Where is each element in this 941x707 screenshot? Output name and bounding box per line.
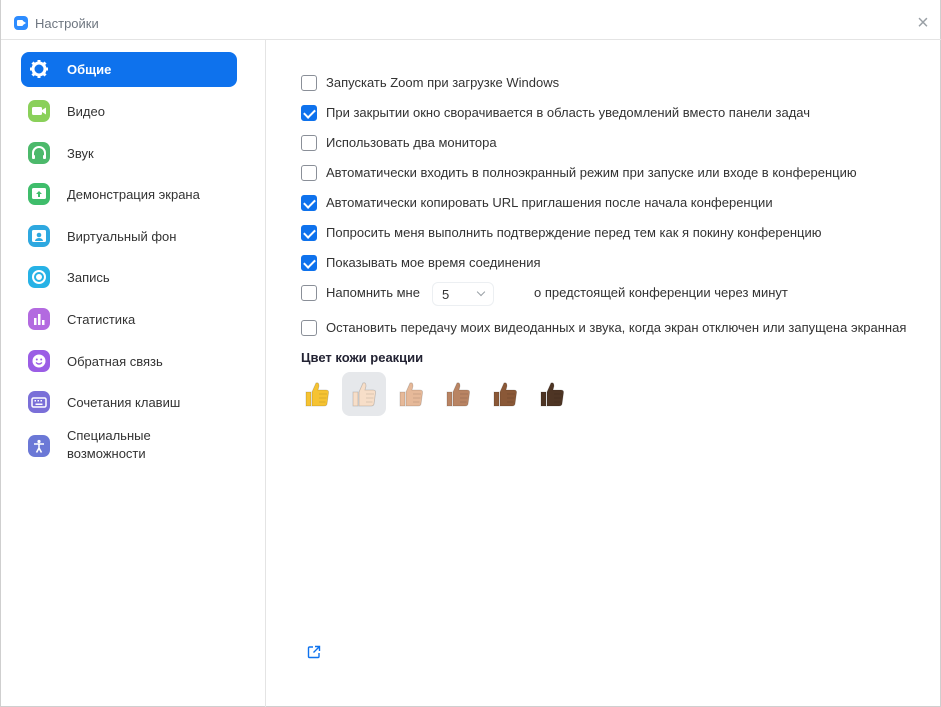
statistics-icon: [28, 308, 50, 330]
sidebar-item-feedback[interactable]: Обратная связь: [21, 344, 237, 379]
skin-tone-option[interactable]: [483, 372, 527, 416]
option-label: Напомнить мне: [326, 285, 420, 300]
accessibility-icon: [28, 435, 50, 457]
sidebar-item-accessibility[interactable]: Специальные возможности: [21, 427, 237, 467]
option-label: Остановить передачу моих видеоданных и з…: [326, 320, 907, 335]
settings-sidebar: Общие Видео Звук Демонстрация экрана Вир: [1, 40, 266, 707]
window-title: Настройки: [35, 16, 99, 31]
sidebar-item-label: Запись: [67, 270, 110, 285]
sidebar-item-general[interactable]: Общие: [21, 52, 237, 87]
share-screen-icon: [28, 183, 50, 205]
virtual-background-icon: [28, 225, 50, 247]
sidebar-item-label: Сочетания клавиш: [67, 395, 181, 410]
thumbs-up-icon: [352, 382, 376, 407]
feedback-icon: [28, 350, 50, 372]
skin-tone-option[interactable]: [295, 372, 339, 416]
sidebar-item-label: Видео: [67, 104, 105, 119]
checkbox[interactable]: [301, 75, 317, 91]
checkbox[interactable]: [301, 165, 317, 181]
sidebar-item-virtual-background[interactable]: Виртуальный фон: [21, 219, 237, 254]
skin-tone-title: Цвет кожи реакции: [301, 350, 424, 365]
sidebar-item-audio[interactable]: Звук: [21, 136, 237, 171]
thumbs-up-icon: [493, 382, 517, 407]
checkbox[interactable]: [301, 255, 317, 271]
gear-icon: [28, 58, 50, 80]
thumbs-up-icon: [446, 382, 470, 407]
checkbox[interactable]: [301, 285, 317, 301]
general-settings-panel: Запускать Zoom при загрузке Windows При …: [267, 40, 941, 707]
zoom-app-icon: [14, 16, 28, 30]
record-icon: [28, 266, 50, 288]
sidebar-item-label: Звук: [67, 146, 94, 161]
headphones-icon: [28, 142, 50, 164]
checkbox[interactable]: [301, 195, 317, 211]
option-label: Запускать Zoom при загрузке Windows: [326, 75, 560, 90]
sidebar-item-statistics[interactable]: Статистика: [21, 302, 237, 337]
reminder-minutes-select[interactable]: 5: [432, 282, 494, 306]
external-link-icon[interactable]: [307, 645, 321, 659]
sidebar-item-label: Демонстрация экрана: [67, 187, 200, 202]
option-label: При закрытии окно сворачивается в област…: [326, 105, 811, 120]
checkbox[interactable]: [301, 320, 317, 336]
sidebar-item-label: Общие: [67, 62, 112, 77]
sidebar-item-label: Статистика: [67, 312, 136, 327]
sidebar-item-label: Специальные возможности: [67, 428, 151, 461]
chevron-down-icon: [476, 287, 486, 297]
checkbox[interactable]: [301, 225, 317, 241]
skin-tone-option[interactable]: [389, 372, 433, 416]
video-icon: [28, 100, 50, 122]
skin-tone-option[interactable]: [436, 372, 480, 416]
reminder-minutes-value: 5: [442, 287, 450, 302]
sidebar-item-label: Виртуальный фон: [67, 229, 177, 244]
settings-window: Настройки × Общие Видео Звук Демонстраци…: [0, 0, 941, 707]
sidebar-item-label: Обратная связь: [67, 354, 163, 369]
sidebar-item-video[interactable]: Видео: [21, 94, 237, 129]
thumbs-up-icon: [399, 382, 423, 407]
option-label: Использовать два монитора: [326, 135, 497, 150]
option-label: Попросить меня выполнить подтверждение п…: [326, 225, 822, 240]
close-button[interactable]: ×: [913, 13, 933, 34]
option-label: о предстоящей конференции через минут: [534, 285, 788, 300]
checkbox[interactable]: [301, 105, 317, 121]
thumbs-up-icon: [540, 382, 564, 407]
sidebar-item-recording[interactable]: Запись: [21, 260, 237, 295]
keyboard-icon: [28, 391, 50, 413]
sidebar-item-keyboard-shortcuts[interactable]: Сочетания клавиш: [21, 385, 237, 420]
titlebar: Настройки ×: [1, 0, 941, 40]
sidebar-item-share-screen[interactable]: Демонстрация экрана: [21, 177, 237, 212]
option-label: Автоматически копировать URL приглашения…: [326, 195, 773, 210]
thumbs-up-icon: [305, 382, 329, 407]
option-label: Автоматически входить в полноэкранный ре…: [326, 165, 857, 180]
skin-tone-option[interactable]: [342, 372, 386, 416]
option-label: Показывать мое время соединения: [326, 255, 541, 270]
skin-tone-option[interactable]: [530, 372, 574, 416]
checkbox[interactable]: [301, 135, 317, 151]
